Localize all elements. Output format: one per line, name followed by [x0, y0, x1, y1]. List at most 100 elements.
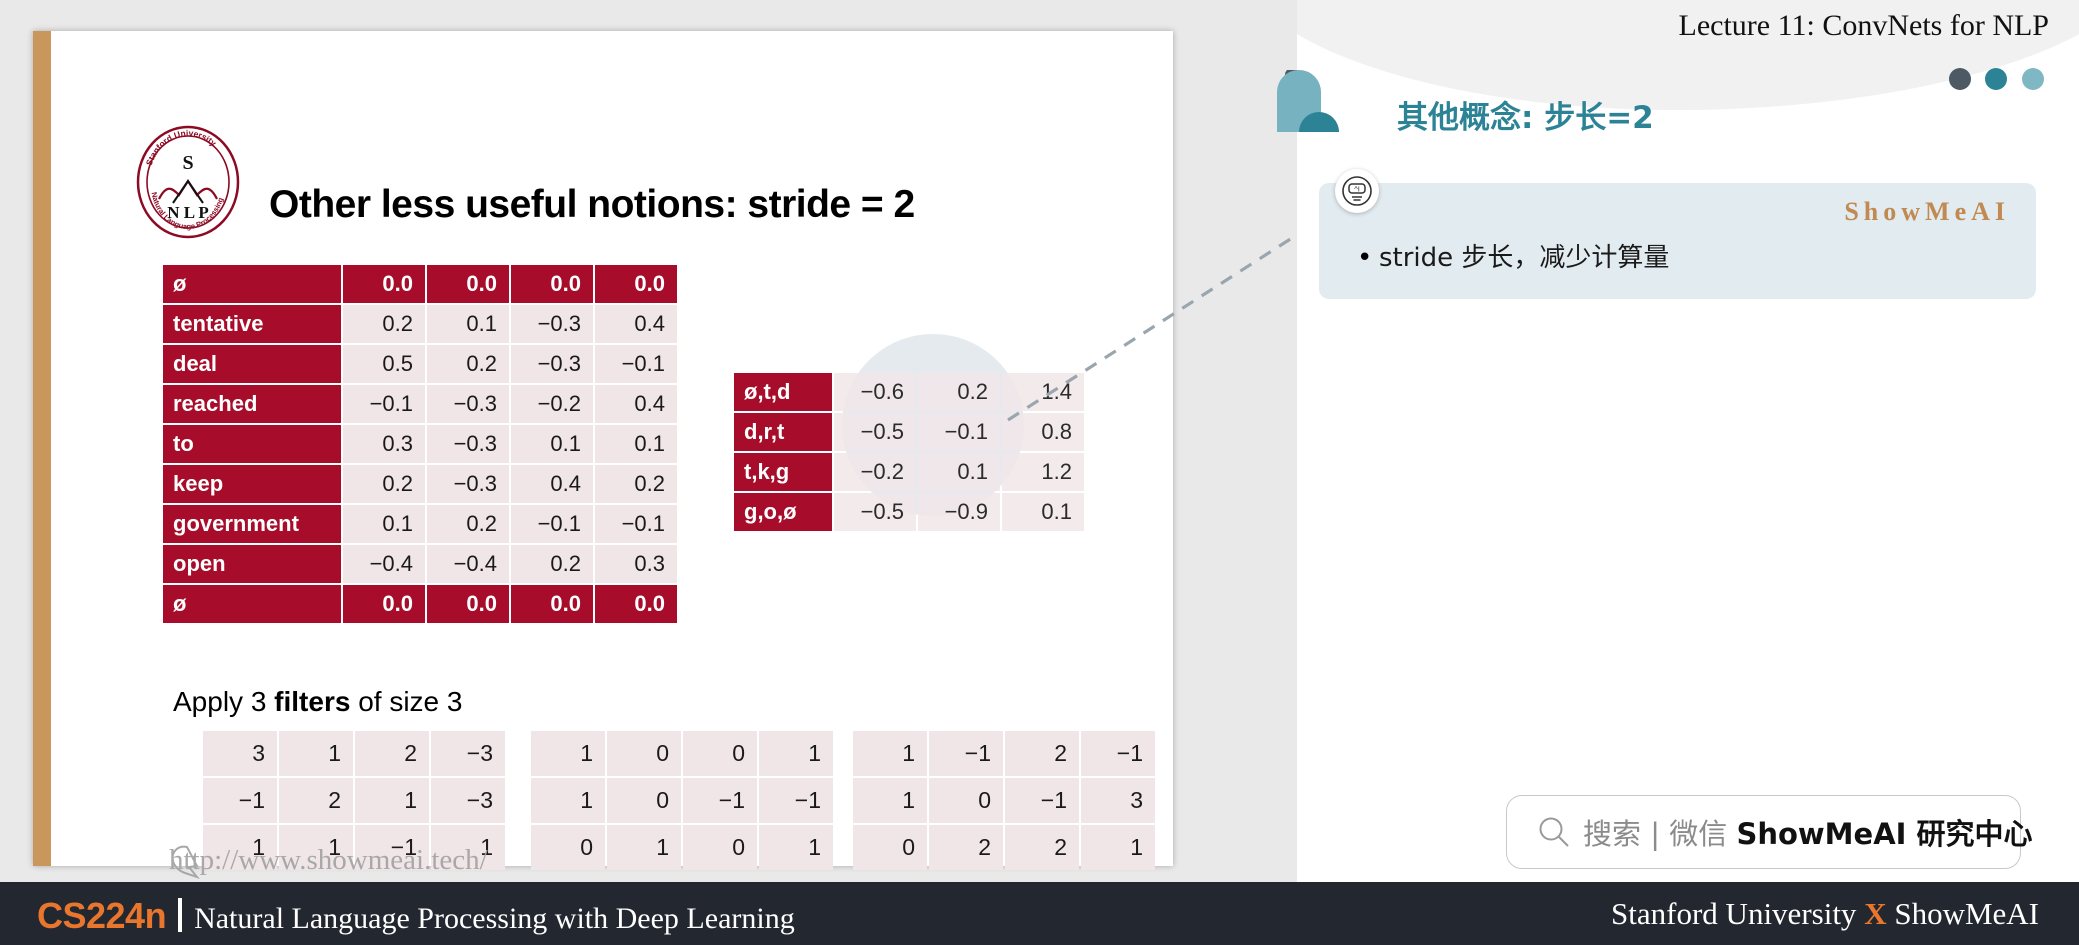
filter-row: 0221	[853, 825, 1155, 870]
table-cell: 0.0	[427, 585, 509, 623]
table-cell: 0.2	[427, 505, 509, 543]
filter-cell: 3	[203, 731, 277, 776]
row-label: t,k,g	[734, 453, 832, 491]
table-cell: −0.1	[595, 345, 677, 383]
section-title: 其他概念: 步长=2	[1397, 100, 1654, 136]
filter-cell: 3	[1081, 778, 1155, 823]
filter-cell: 1	[607, 825, 681, 870]
annotation-pane: Lecture 11: ConvNets for NLP 其他概念: 步长=2 …	[1277, 0, 2079, 882]
conv-output-table: ø,t,d −0.6 0.2 1.4 d,r,t −0.5 −0.1 0.8 t,k,g −0.2…	[732, 371, 1086, 533]
table-row: t,k,g −0.2 0.1 1.2	[734, 453, 1084, 491]
filter-cell: −1	[683, 778, 757, 823]
table-row: ø,t,d −0.6 0.2 1.4	[734, 373, 1084, 411]
filter-cell: 0	[683, 825, 757, 870]
table-cell: 0.4	[511, 465, 593, 503]
table-cell: −0.2	[834, 453, 916, 491]
footer-right-post: ShowMeAI	[1886, 896, 2039, 931]
table-cell: 0.4	[595, 385, 677, 423]
table-cell: 0.2	[918, 373, 1000, 411]
table-cell: 0.5	[343, 345, 425, 383]
table-cell: −0.1	[511, 505, 593, 543]
table-cell: 0.0	[511, 585, 593, 623]
stanford-nlp-logo-icon: S N L P Stanford University Natural Lang…	[129, 123, 247, 241]
table-cell: −0.3	[511, 345, 593, 383]
filter-cell: 2	[279, 778, 353, 823]
table-cell: −0.4	[427, 545, 509, 583]
header-blob-icon	[1277, 70, 1339, 132]
row-label: ø	[163, 585, 341, 623]
row-label: reached	[163, 385, 341, 423]
filter-cell: −3	[431, 731, 505, 776]
table-cell: 0.2	[343, 305, 425, 343]
row-label: ø	[163, 265, 341, 303]
filter-row: 1001	[531, 731, 833, 776]
table-cell: −0.4	[343, 545, 425, 583]
filter-cell: 0	[853, 825, 927, 870]
svg-text:S: S	[182, 152, 193, 174]
footer-divider	[178, 898, 183, 932]
table-cell: 0.1	[595, 425, 677, 463]
note-bullet-text: stride 步长，减少计算量	[1379, 243, 1670, 273]
footer-right-pre: Stanford University	[1611, 896, 1865, 931]
table-cell: −0.3	[427, 385, 509, 423]
note-bullet-item: • stride 步长，减少计算量	[1357, 237, 1669, 274]
apply-caption-bold: filters	[274, 686, 351, 717]
course-code: CS224n	[37, 895, 167, 936]
table-row: g,o,ø −0.5 −0.9 0.1	[734, 493, 1084, 531]
table-row: ø 0.0 0.0 0.0 0.0	[163, 265, 677, 303]
table-cell: −0.2	[511, 385, 593, 423]
bullet-marker: •	[1357, 243, 1373, 273]
note-box: ^I ShowMeAI • stride 步长，减少计算量	[1319, 169, 2036, 299]
wechat-search-bar[interactable]: 搜索 | 微信 ShowMeAI 研究中心	[1506, 795, 2033, 869]
table-cell: 0.2	[595, 465, 677, 503]
filter-cell: 2	[1005, 731, 1079, 776]
row-label: tentative	[163, 305, 341, 343]
table-cell: 0.2	[511, 545, 593, 583]
ai-badge-icon: ^I	[1335, 169, 1379, 213]
filter-cell: 0	[683, 731, 757, 776]
filter-row: 0101	[531, 825, 833, 870]
table-cell: 0.4	[595, 305, 677, 343]
row-label: open	[163, 545, 341, 583]
table-cell: 0.0	[511, 265, 593, 303]
filter-cell: 2	[929, 825, 1003, 870]
table-row: reached −0.1 −0.3 −0.2 0.4	[163, 385, 677, 423]
word-embedding-table: ø 0.0 0.0 0.0 0.0 tentative 0.2 0.1 −0.3 0.4 deal 0…	[161, 263, 679, 625]
dot-teal-icon	[1985, 68, 2008, 90]
filter-cell: 2	[1005, 825, 1079, 870]
filter-cell: 2	[355, 731, 429, 776]
footer-x: X	[1864, 896, 1887, 931]
footer-course: CS224n Natural Language Processing with …	[37, 894, 795, 937]
search-icon	[1539, 817, 1569, 847]
table-cell: 0.8	[1002, 413, 1084, 451]
table-row: keep 0.2 −0.3 0.4 0.2	[163, 465, 677, 503]
dot-dark-icon	[1949, 68, 1971, 90]
table-cell: −0.9	[918, 493, 1000, 531]
filter-cell: 1	[853, 778, 927, 823]
table-cell: −0.1	[595, 505, 677, 543]
filter-cell: 1	[531, 731, 605, 776]
filter-row: 3 1 2 −3	[203, 731, 505, 776]
table-cell: −0.6	[834, 373, 916, 411]
table-row: d,r,t −0.5 −0.1 0.8	[734, 413, 1084, 451]
filter-row: 1 0 −1 3	[853, 778, 1155, 823]
lecture-title: Lecture 11: ConvNets for NLP	[1678, 9, 2049, 42]
table-cell: 0.0	[427, 265, 509, 303]
table-row: government 0.1 0.2 −0.1 −0.1	[163, 505, 677, 543]
filter-cell: −1	[1081, 731, 1155, 776]
filter-cell: −1	[759, 778, 833, 823]
course-name: Natural Language Processing with Deep Le…	[194, 902, 795, 935]
table-row: open −0.4 −0.4 0.2 0.3	[163, 545, 677, 583]
table-cell: 0.1	[918, 453, 1000, 491]
table-cell: 0.2	[343, 465, 425, 503]
filter-cell: 0	[531, 825, 605, 870]
row-label: deal	[163, 345, 341, 383]
filter-row: 1 −1 2 −1	[853, 731, 1155, 776]
filter-matrix-3: 1 −1 2 −1 1 0 −1 3 0 2 2 1	[851, 729, 1157, 872]
filter-cell: 1	[1081, 825, 1155, 870]
table-cell: 0.2	[427, 345, 509, 383]
row-label: government	[163, 505, 341, 543]
watermark-url: http://www.showmeai.tech/	[169, 844, 488, 876]
search-text: 搜索 | 微信 ShowMeAI 研究中心	[1583, 811, 2033, 853]
table-cell: 0.1	[1002, 493, 1084, 531]
